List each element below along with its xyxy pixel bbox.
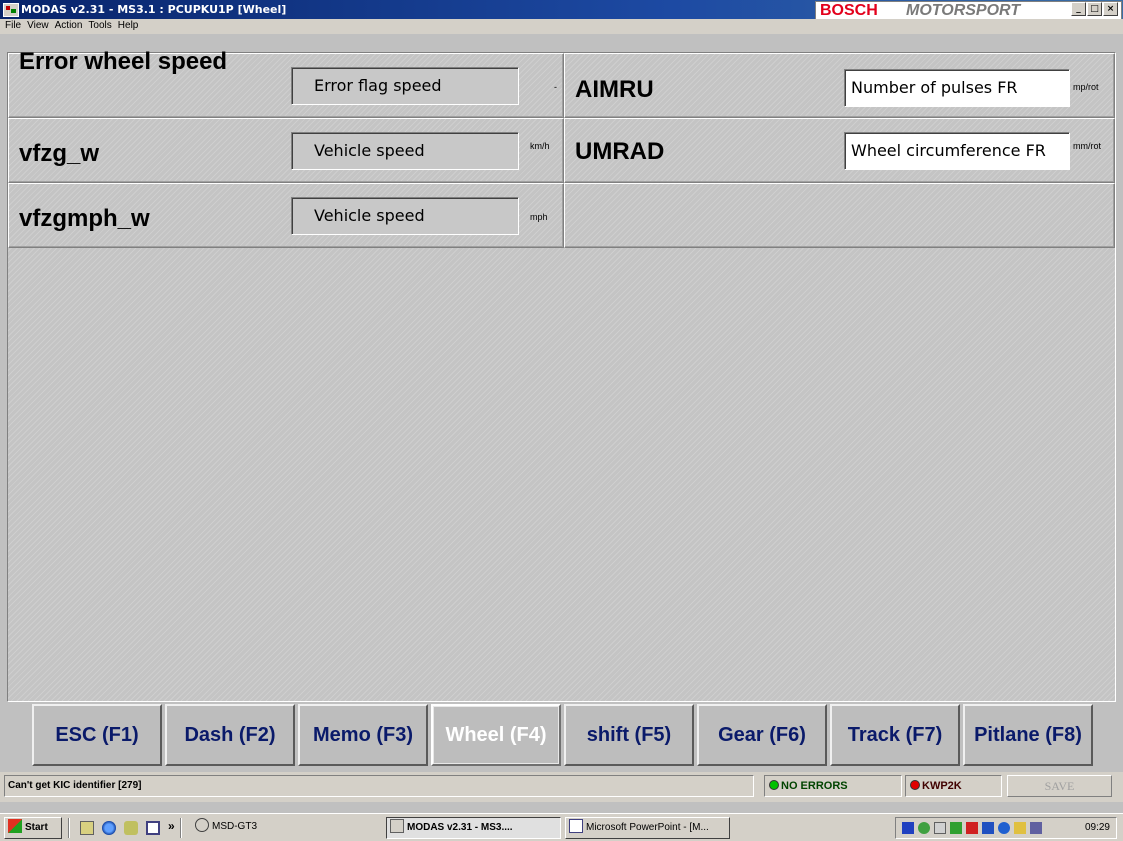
main-panel: Error wheel speed Error flag speed - AIM… [7,50,1116,702]
red-led-icon [910,780,920,790]
menu-tools[interactable]: Tools [85,19,114,31]
menu-help[interactable]: Help [115,19,142,31]
clock[interactable]: 09:29 [1085,822,1110,833]
more-quicklaunch-chevron[interactable]: » [168,819,175,833]
tray-icon[interactable] [918,822,930,834]
var-cell-empty [564,183,1115,248]
menu-action[interactable]: Action [52,19,86,31]
var-unit: - [554,82,557,92]
var-unit: mm/rot [1073,141,1101,151]
status-bar: Can't get KIC identifier [279] NO ERRORS… [0,772,1123,802]
status-message: Can't get KIC identifier [279] [4,775,754,797]
var-name: vfzgmph_w [19,205,150,232]
var-cell-error-wheel-speed: Error wheel speed Error flag speed - [8,50,564,118]
title-bar[interactable]: MODAS v2.31 - MS3.1 : PCUPKU1P [Wheel] B… [0,0,1123,20]
taskbar-separator [180,818,182,838]
show-desktop-icon[interactable] [80,821,94,835]
modas-app-icon [390,819,404,833]
powerpoint-icon [569,819,583,833]
function-key-bar: ESC (F1) Dash (F2) Memo (F3) Wheel (F4) … [32,704,1096,767]
tray-icon[interactable] [902,822,914,834]
var-name: Error wheel speed [19,50,228,75]
taskbar-item-msd-gt3[interactable]: MSD-GT3 [192,817,372,839]
menu-file[interactable]: File [0,19,24,31]
system-tray: 09:29 [895,817,1117,839]
var-value: Wheel circumference FR [844,132,1070,170]
taskbar-item-modas[interactable]: MODAS v2.31 - MS3.... [386,817,561,839]
var-cell-vfzg-w: vfzg_w Vehicle speed km/h [8,118,564,183]
var-unit: km/h [530,141,550,151]
tray-icon[interactable] [1014,822,1026,834]
fkey-pitlane-button[interactable]: Pitlane (F8) [963,704,1093,766]
network-tray-icon[interactable] [1030,822,1042,834]
save-button[interactable]: SAVE [1007,775,1112,797]
quick-launch-icon[interactable] [146,821,160,835]
taskbar-item-label: MODAS v2.31 - MS3.... [407,822,513,833]
network-icon [195,818,209,832]
tray-icon[interactable] [998,822,1010,834]
app-icon[interactable] [3,3,19,17]
outlook-icon[interactable] [124,821,138,835]
maximize-button[interactable]: □ [1087,2,1102,16]
protocol-status-text: KWP2K [922,780,962,792]
close-button[interactable]: × [1103,2,1118,16]
fkey-wheel-button[interactable]: Wheel (F4) [431,704,561,766]
taskbar: Start » MSD-GT3 MODAS v2.31 - MS3.... Mi… [0,813,1123,841]
internet-explorer-icon[interactable] [102,821,116,835]
windows-logo-icon [8,819,22,833]
green-led-icon [769,780,779,790]
var-unit: mph [530,212,548,222]
var-name: AIMRU [575,76,654,103]
var-value: Vehicle speed [291,197,519,235]
menu-view[interactable]: View [24,19,52,31]
var-cell-umrad: UMRAD Wheel circumference FR mm/rot [564,118,1115,183]
window-title: MODAS v2.31 - MS3.1 : PCUPKU1P [Wheel] [21,3,287,16]
fkey-gear-button[interactable]: Gear (F6) [697,704,827,766]
fkey-track-button[interactable]: Track (F7) [830,704,960,766]
menu-bar: File View Action Tools Help [0,19,1123,34]
fkey-esc-button[interactable]: ESC (F1) [32,704,162,766]
var-cell-aimru: AIMRU Number of pulses FR mp/rot [564,53,1115,118]
taskbar-item-powerpoint[interactable]: Microsoft PowerPoint - [M... [565,817,730,839]
taskbar-item-label: Microsoft PowerPoint - [M... [586,822,709,833]
brand-bosch: BOSCH [820,2,878,19]
var-unit: mp/rot [1073,82,1099,92]
taskbar-separator [68,818,70,838]
var-cell-vfzgmph-w: vfzgmph_w Vehicle speed mph [8,183,564,248]
start-button[interactable]: Start [4,817,62,839]
var-name: vfzg_w [19,140,100,167]
start-label: Start [25,822,48,833]
volume-icon[interactable] [934,822,946,834]
error-status-indicator: NO ERRORS [764,775,902,797]
fkey-shift-button[interactable]: shift (F5) [564,704,694,766]
fkey-dash-button[interactable]: Dash (F2) [165,704,295,766]
tray-icon[interactable] [966,822,978,834]
var-value: Vehicle speed [291,132,519,170]
minimize-button[interactable]: _ [1071,2,1086,16]
taskbar-item-label: MSD-GT3 [212,821,257,832]
error-status-text: NO ERRORS [781,780,848,792]
tray-icon[interactable] [950,822,962,834]
var-value: Number of pulses FR [844,69,1070,107]
var-value: Error flag speed [291,67,519,105]
language-icon[interactable] [982,822,994,834]
var-name: UMRAD [575,138,665,165]
fkey-memo-button[interactable]: Memo (F3) [298,704,428,766]
brand-motorsport: MOTORSPORT [906,2,1021,19]
protocol-status-indicator: KWP2K [905,775,1002,797]
